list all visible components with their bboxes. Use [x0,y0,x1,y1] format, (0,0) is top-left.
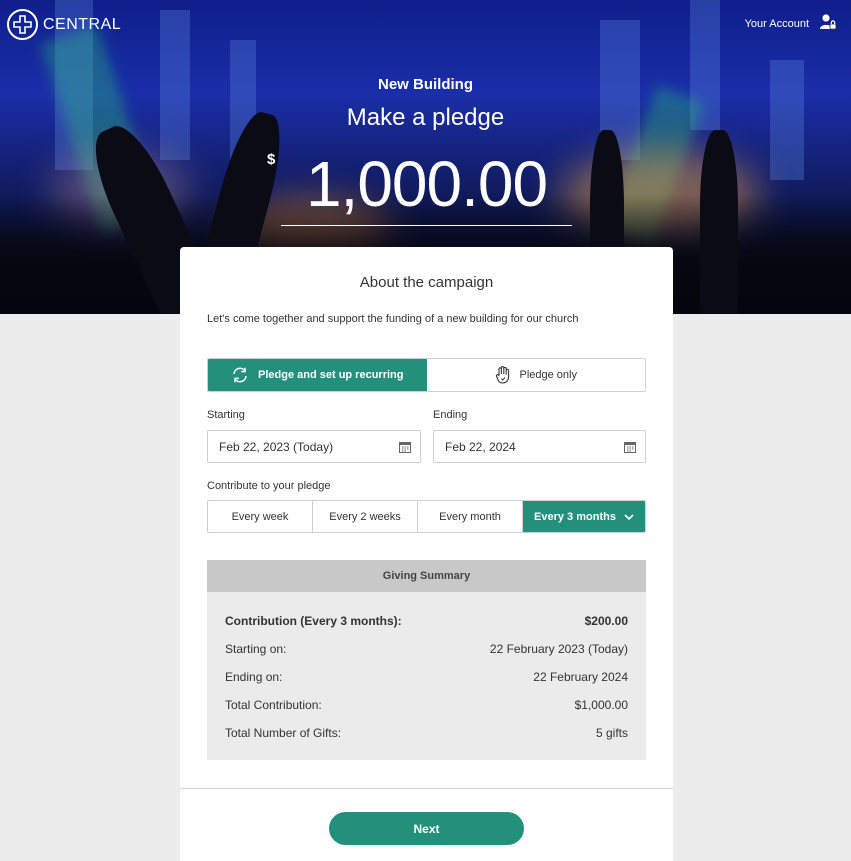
summary-value: 22 February 2023 (Today) [489,642,628,656]
pledge-recurring-label: Pledge and set up recurring [258,369,404,381]
ending-date-input[interactable]: Feb 22, 2024 [433,430,646,463]
account-menu[interactable]: Your Account [745,13,837,34]
summary-value: 22 February 2024 [533,670,628,684]
next-button[interactable]: Next [329,812,524,845]
giving-summary-heading: Giving Summary [207,560,646,592]
frequency-every-3-months-label: Every 3 months [534,510,616,523]
summary-row-total: Total Contribution: $1,000.00 [225,698,628,712]
starting-label: Starting [207,409,245,421]
summary-label: Ending on: [225,670,283,684]
cross-logo-icon [7,9,38,40]
starting-date-value: Feb 22, 2023 (Today) [219,439,334,454]
currency-symbol: $ [267,151,276,168]
ending-label: Ending [433,409,468,421]
summary-label: Starting on: [225,642,287,656]
campaign-description: Let's come together and support the fund… [207,313,579,325]
starting-date-input[interactable]: Feb 22, 2023 (Today) [207,430,421,463]
campaign-name: New Building [378,76,473,93]
frequency-every-3-months[interactable]: Every 3 months [523,501,645,532]
giving-summary: Contribution (Every 3 months): $200.00 S… [207,592,646,760]
summary-value: 5 gifts [595,726,628,740]
account-label: Your Account [744,17,809,30]
page-title: Make a pledge [346,104,505,131]
calendar-icon [399,442,411,453]
brand-logo[interactable]: CENTRAL [7,9,121,40]
summary-label: Contribution (Every 3 months): [225,614,402,628]
divider [180,788,673,789]
frequency-every-week[interactable]: Every week [208,501,313,532]
summary-row-ending: Ending on: 22 February 2024 [225,670,628,684]
hand-icon [495,366,509,384]
summary-value: $200.00 [584,614,628,628]
frequency-every-month[interactable]: Every month [418,501,523,532]
amount-input[interactable]: 1,000.00 [281,147,572,226]
card-heading: About the campaign [359,274,494,291]
contribute-label: Contribute to your pledge [207,480,331,492]
summary-row-starting: Starting on: 22 February 2023 (Today) [225,642,628,656]
summary-value: $1,000.00 [574,698,628,712]
pledge-only-option[interactable]: Pledge only [426,359,645,391]
ending-date-value: Feb 22, 2024 [445,439,516,454]
user-lock-icon [819,13,837,34]
pledge-only-label: Pledge only [519,369,578,381]
amount-value[interactable]: 1,000.00 [281,147,572,221]
brand-name: CENTRAL [43,15,122,33]
performer-silhouette [700,130,738,314]
pledge-recurring-option[interactable]: Pledge and set up recurring [208,359,427,391]
pledge-type-toggle: Pledge and set up recurring Pledge only [207,358,646,392]
recurring-icon [233,367,247,383]
chevron-down-icon [624,514,634,521]
summary-row-contribution: Contribution (Every 3 months): $200.00 [225,614,628,628]
calendar-icon [624,442,636,453]
pledge-card: About the campaign Let's come together a… [180,247,673,861]
summary-label: Total Number of Gifts: [225,726,342,740]
frequency-every-2-weeks[interactable]: Every 2 weeks [313,501,418,532]
summary-label: Total Contribution: [225,698,322,712]
summary-row-gifts: Total Number of Gifts: 5 gifts [225,726,628,740]
frequency-selector: Every week Every 2 weeks Every month Eve… [207,500,646,533]
